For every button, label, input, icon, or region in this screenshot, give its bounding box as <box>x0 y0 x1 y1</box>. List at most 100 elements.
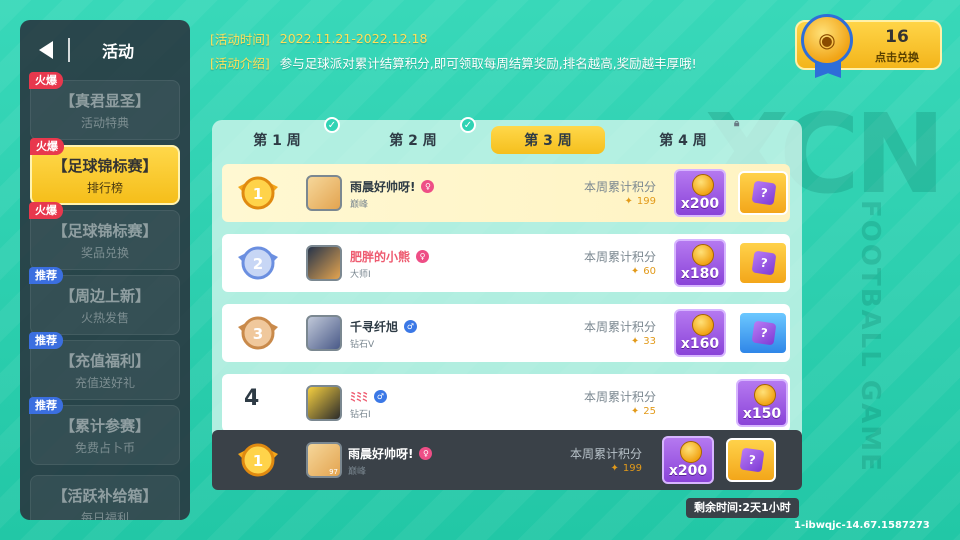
tab-label: 第 1 周 <box>253 133 301 149</box>
score-label: 本周累计积分 <box>569 447 642 461</box>
reward-quantity: x150 <box>742 406 782 422</box>
score-icon: ✦ <box>630 336 640 347</box>
gold-medal-icon: 1 <box>236 173 280 213</box>
lock-icon: 🔒︎ <box>734 118 740 129</box>
reward-quantity: x160 <box>680 336 720 352</box>
desc-label: [活动介绍] <box>210 55 270 71</box>
sidebar-item-title: 【真君显圣】 <box>59 91 150 110</box>
cube-icon: ? <box>751 250 777 276</box>
female-icon: ♀ <box>416 250 430 263</box>
player-rank-title: 钻石I <box>350 410 371 420</box>
hot-badge: 火爆 <box>29 202 63 219</box>
tab-label: 第 4 周 <box>659 133 707 149</box>
sidebar-item-subtitle: 排行榜 <box>86 180 123 195</box>
coin-reward[interactable]: x160 <box>674 309 726 357</box>
sidebar-item-subtitle: 活动特典 <box>80 115 129 130</box>
item-reward[interactable]: ? <box>738 171 788 215</box>
player-rank-title: 钻石V <box>350 340 375 350</box>
sidebar-item-subtitle: 免费占卜币 <box>74 440 135 455</box>
score-value: ✦ 199 <box>624 196 656 207</box>
avatar[interactable] <box>306 175 342 211</box>
avatar[interactable] <box>306 315 342 351</box>
coin-icon <box>692 174 714 196</box>
recommend-badge: 推荐 <box>29 332 63 349</box>
coin-icon <box>692 314 714 336</box>
tab-week-4[interactable]: 第 4 周 🔒︎ <box>626 118 740 154</box>
player-name[interactable]: 雨晨好帅呀! ♀ <box>348 445 433 462</box>
coin-medal-icon: ◉ <box>801 14 853 66</box>
avatar[interactable] <box>306 385 342 421</box>
avatar[interactable] <box>306 245 342 281</box>
time-value: 2022.11.21-2022.12.18 <box>279 30 428 46</box>
sidebar-header: 活动 <box>20 20 190 80</box>
coin-reward[interactable]: x200 <box>674 169 726 217</box>
table-row: 2 肥胖的小熊 ♀ 大师I 本周累计积分 ✦ 60 x180 ? <box>222 234 790 292</box>
coin-reward[interactable]: x150 <box>736 379 788 427</box>
sidebar-title: 活动 <box>102 42 135 61</box>
player-name[interactable]: 千寻纤旭 ♂ <box>350 318 418 335</box>
score-label: 本周累计积分 <box>583 390 656 404</box>
sidebar-item-true-lord[interactable]: 火爆 【真君显圣】 活动特典 <box>29 72 180 140</box>
item-reward[interactable]: ? <box>738 311 788 355</box>
score-value: ✦ 33 <box>630 336 656 347</box>
tab-week-2[interactable]: 第 2 周 ✓ <box>356 117 476 154</box>
score-value: ✦ 199 <box>610 463 642 474</box>
coin-reward[interactable]: x200 <box>662 436 714 484</box>
sidebar-item-recharge[interactable]: 推荐 【充值福利】 充值送好礼 <box>29 332 180 400</box>
sidebar-item-supply-box[interactable]: 【活跃补给箱】 每日福利 <box>30 475 180 520</box>
svg-text:2: 2 <box>253 255 263 273</box>
coin-count: 16 <box>885 27 909 47</box>
sidebar-item-title: 【足球锦标赛】 <box>52 221 158 240</box>
desc-value: 参与足球派对累计结算积分,即可领取每周结算奖励,排名越高,奖励越丰厚哦! <box>279 55 697 71</box>
sidebar-item-subtitle: 火热发售 <box>80 310 129 325</box>
cube-icon: ? <box>751 180 777 206</box>
hot-badge: 火爆 <box>29 72 63 89</box>
score-label: 本周累计积分 <box>583 180 656 194</box>
redeem-button[interactable]: ◉ 16 点击兑换 <box>795 14 942 78</box>
sidebar-item-subtitle: 充值送好礼 <box>74 375 135 390</box>
sidebar-item-title: 【周边上新】 <box>59 286 150 305</box>
coin-icon <box>754 384 776 406</box>
score-icon: ✦ <box>624 196 633 207</box>
session-id: 1-ibwqjc-14.67.1587273 <box>794 520 930 531</box>
sidebar-item-football-exchange[interactable]: 火爆 【足球锦标赛】 奖品兑换 <box>29 202 180 270</box>
score-label: 本周累计积分 <box>583 320 656 334</box>
sidebar-item-football-leaderboard[interactable]: 火爆 【足球锦标赛】 排行榜 <box>30 138 180 205</box>
player-name[interactable]: 雨晨好帅呀! ♀ <box>350 178 435 195</box>
time-label: [活动时间] <box>210 31 270 47</box>
item-reward[interactable]: ? <box>738 241 788 285</box>
svg-text:3: 3 <box>253 325 263 343</box>
player-name[interactable]: ﾐﾐﾐ ♂ <box>350 388 388 405</box>
back-arrow-icon[interactable] <box>36 39 58 61</box>
recommend-badge: 推荐 <box>29 267 63 284</box>
score-label: 本周累计积分 <box>583 250 656 264</box>
player-rank-title: 巅峰 <box>350 200 369 210</box>
score-value: ✦ 25 <box>630 406 656 417</box>
remaining-time: 剩余时间:2天1小时 <box>686 498 799 518</box>
player-rank-title: 大师I <box>350 270 371 280</box>
sidebar-item-title: 【足球锦标赛】 <box>52 156 158 175</box>
coin-icon <box>680 441 702 463</box>
tab-week-3[interactable]: 第 3 周 <box>491 126 605 154</box>
avatar[interactable]: 97 <box>306 442 342 478</box>
table-row: 3 千寻纤旭 ♂ 钻石V 本周累计积分 ✦ 33 x160 ? <box>222 304 790 362</box>
table-row: 4 ﾐﾐﾐ ♂ 钻石I 本周累计积分 ✦ 25 x150 <box>222 374 790 432</box>
svg-text:1: 1 <box>253 452 263 470</box>
tab-week-1[interactable]: 第 1 周 ✓ <box>220 117 340 154</box>
sidebar-item-subtitle: 每日福利 <box>80 510 129 521</box>
score-icon: ✦ <box>630 266 640 277</box>
tab-label: 第 2 周 <box>389 133 437 149</box>
redeem-label: 点击兑换 <box>875 51 919 64</box>
score-icon: ✦ <box>610 463 619 474</box>
svg-text:1: 1 <box>253 185 263 203</box>
score-value: ✦ 60 <box>630 266 656 277</box>
coin-reward[interactable]: x180 <box>674 239 726 287</box>
item-reward[interactable]: ? <box>726 438 776 482</box>
sidebar-item-merch[interactable]: 推荐 【周边上新】 火热发售 <box>29 267 180 335</box>
sidebar-item-cumulative[interactable]: 推荐 【累计参赛】 免费占卜币 <box>29 397 180 465</box>
hot-badge: 火爆 <box>30 138 64 155</box>
player-name[interactable]: 肥胖的小熊 ♀ <box>350 248 430 265</box>
player-rank-title: 巅峰 <box>348 467 367 477</box>
male-icon: ♂ <box>374 390 388 403</box>
table-row: 1 雨晨好帅呀! ♀ 巅峰 本周累计积分 ✦ 199 x200 ? <box>222 164 790 222</box>
